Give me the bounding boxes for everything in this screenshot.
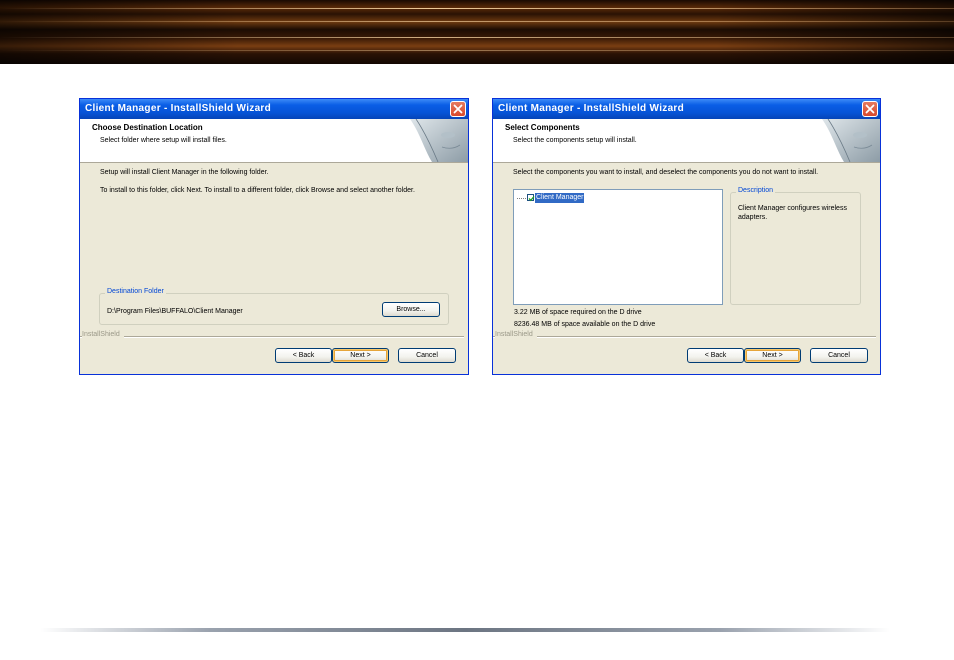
components-tree[interactable]: Client Manager	[513, 189, 723, 305]
wizard-header: Choose Destination Location Select folde…	[80, 119, 468, 163]
wizard-step-subtitle: Select the components setup will install…	[513, 137, 637, 144]
component-checkbox[interactable]	[527, 194, 535, 202]
installshield-divider: InstallShield	[80, 331, 468, 341]
checkmark-icon	[528, 196, 535, 202]
bottom-divider	[40, 628, 890, 632]
wizard-header-art	[822, 119, 880, 162]
installshield-brand: InstallShield	[82, 331, 124, 338]
folder-path: D:\Program Files\BUFFALO\Client Manager	[107, 308, 243, 315]
close-icon	[865, 104, 875, 114]
next-button[interactable]: Next >	[744, 348, 801, 363]
next-button[interactable]: Next >	[332, 348, 389, 363]
close-icon	[453, 104, 463, 114]
destination-folder-label: Destination Folder	[105, 288, 166, 295]
intro-text: Select the components you want to instal…	[513, 169, 819, 176]
destination-location-dialog: Client Manager - InstallShield Wizard Ch…	[79, 98, 469, 375]
wizard-header-art	[410, 119, 468, 162]
wizard-step-title: Choose Destination Location	[92, 123, 203, 132]
back-button[interactable]: < Back	[687, 348, 744, 363]
space-required-text: 3.22 MB of space required on the D drive	[514, 309, 642, 316]
window-title: Client Manager - InstallShield Wizard	[498, 103, 685, 114]
window-titlebar[interactable]: Client Manager - InstallShield Wizard	[80, 99, 468, 119]
window-title: Client Manager - InstallShield Wizard	[85, 103, 272, 114]
cancel-button[interactable]: Cancel	[810, 348, 868, 363]
decorative-banner	[0, 0, 954, 64]
select-components-dialog: Client Manager - InstallShield Wizard Se…	[492, 98, 881, 375]
instructions-text: To install to this folder, click Next. T…	[100, 187, 415, 194]
space-available-text: 8236.48 MB of space available on the D d…	[514, 321, 656, 328]
intro-text: Setup will install Client Manager in the…	[100, 169, 269, 176]
description-group: Description Client Manager configures wi…	[730, 187, 861, 305]
window-titlebar[interactable]: Client Manager - InstallShield Wizard	[493, 99, 880, 119]
installshield-brand: InstallShield	[495, 331, 537, 338]
wizard-step-title: Select Components	[505, 123, 580, 132]
wizard-header: Select Components Select the components …	[493, 119, 880, 163]
wizard-step-subtitle: Select folder where setup will install f…	[100, 137, 227, 144]
cancel-button[interactable]: Cancel	[398, 348, 456, 363]
close-button[interactable]	[450, 101, 466, 117]
destination-folder-group: Destination Folder D:\Program Files\BUFF…	[99, 288, 449, 325]
description-label: Description	[736, 187, 776, 194]
installshield-divider: InstallShield	[493, 331, 880, 341]
back-button[interactable]: < Back	[275, 348, 332, 363]
component-label: Client Manager	[535, 193, 585, 203]
close-button[interactable]	[862, 101, 878, 117]
description-text: Client Manager configures wireless adapt…	[738, 205, 847, 221]
browse-button[interactable]: Browse...	[382, 302, 440, 317]
